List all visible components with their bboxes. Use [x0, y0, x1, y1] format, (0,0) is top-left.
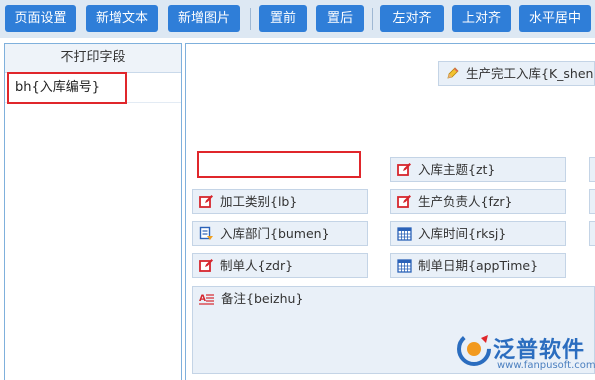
align-top-button[interactable]: 上对齐 — [452, 5, 511, 32]
field-label: 生产负责人{fzr} — [418, 194, 513, 209]
field-partial[interactable] — [589, 189, 595, 214]
logo-icon — [457, 332, 491, 366]
send-back-button[interactable]: 置后 — [316, 5, 364, 32]
add-image-button[interactable]: 新增图片 — [168, 5, 240, 32]
calendar-icon — [397, 227, 412, 241]
align-left-button[interactable]: 左对齐 — [380, 5, 444, 32]
field-label: 入库部门{bumen} — [220, 226, 330, 241]
field-label: 制单日期{appTime} — [418, 258, 539, 273]
toolbar: 页面设置 新增文本 新增图片 置前 置后 左对齐 上对齐 水平居中 — [0, 0, 595, 38]
highlight-box — [7, 72, 127, 104]
field-inbound-department[interactable]: 入库部门{bumen} — [192, 221, 368, 246]
page-settings-button[interactable]: 页面设置 — [5, 5, 76, 32]
add-text-button[interactable]: 新增文本 — [86, 5, 158, 32]
field-process-type[interactable]: 加工类别{lb} — [192, 189, 368, 214]
list-icon — [199, 226, 213, 240]
field-create-date[interactable]: 制单日期{appTime} — [390, 253, 566, 278]
field-label: 生产完工入库{K_sheng — [466, 66, 595, 81]
field-partial[interactable] — [589, 221, 595, 246]
pencil-icon — [447, 67, 459, 79]
center-horizontal-button[interactable]: 水平居中 — [519, 5, 591, 32]
field-label: 制单人{zdr} — [220, 258, 294, 273]
field-label: 加工类别{lb} — [220, 194, 298, 209]
toolbar-separator — [250, 8, 251, 30]
edit-icon — [397, 163, 411, 176]
field-inbound-time[interactable]: 入库时间{rksj} — [390, 221, 566, 246]
field-label: 入库主题{zt} — [418, 162, 496, 177]
highlight-box — [197, 151, 361, 178]
edit-icon — [397, 195, 411, 208]
toolbar-separator — [372, 8, 373, 30]
field-label: 入库时间{rksj} — [418, 226, 507, 241]
svg-text:A: A — [199, 294, 206, 304]
field-creator[interactable]: 制单人{zdr} — [192, 253, 368, 278]
text-icon: A — [199, 294, 214, 305]
field-production-complete-inbound[interactable]: 生产完工入库{K_sheng — [438, 61, 595, 86]
field-production-responsible[interactable]: 生产负责人{fzr} — [390, 189, 566, 214]
bring-front-button[interactable]: 置前 — [259, 5, 307, 32]
edit-icon — [199, 195, 213, 208]
field-label: 备注{beizhu} — [221, 291, 304, 306]
fanpu-logo: 泛普软件 www.fanpusoft.com — [457, 330, 595, 378]
calendar-icon — [397, 259, 412, 273]
field-partial[interactable] — [589, 157, 595, 182]
panel-header: 不打印字段 — [5, 44, 181, 73]
edit-icon — [199, 259, 213, 272]
logo-url: www.fanpusoft.com — [497, 360, 595, 371]
field-inbound-subject[interactable]: 入库主题{zt} — [390, 157, 566, 182]
